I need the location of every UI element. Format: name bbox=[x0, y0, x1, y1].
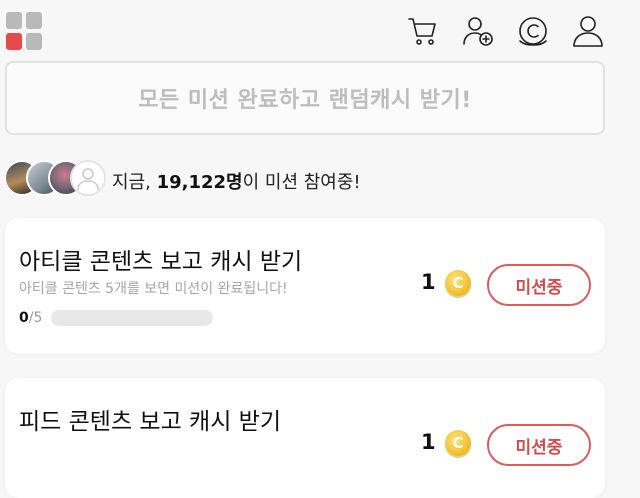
logo-square bbox=[6, 12, 22, 29]
participants-text: 지금, 19,122명이 미션 참여중! bbox=[112, 168, 361, 194]
default-avatar-icon bbox=[70, 160, 106, 196]
coin-symbol: C bbox=[452, 434, 464, 452]
logo-square bbox=[26, 12, 42, 29]
participants-suffix: 이 미션 참여중! bbox=[242, 172, 361, 193]
all-missions-banner[interactable]: 모든 미션 완료하고 랜덤캐시 받기! bbox=[5, 61, 605, 135]
participants-count: 19,122명 bbox=[156, 172, 243, 193]
add-friend-icon[interactable] bbox=[461, 14, 495, 48]
participants-row: 지금, 19,122명이 미션 참여중! bbox=[4, 158, 604, 202]
mission-description: 아티클 콘텐츠 5개를 보면 미션이 완료됩니다! bbox=[19, 281, 288, 297]
coin-icon: C bbox=[445, 270, 471, 296]
progress-done: 0 bbox=[19, 310, 29, 326]
grid-logo-icon[interactable] bbox=[6, 12, 42, 50]
progress-count: 0/5 bbox=[19, 310, 42, 326]
banner-text: 모든 미션 완료하고 랜덤캐시 받기! bbox=[138, 88, 472, 113]
logo-square bbox=[6, 33, 22, 50]
cart-icon[interactable] bbox=[406, 14, 440, 48]
coin-symbol: C bbox=[452, 274, 464, 292]
progress-bar bbox=[51, 310, 213, 326]
mission-title: 피드 콘텐츠 보고 캐시 받기 bbox=[19, 409, 282, 435]
reward-amount: 1 bbox=[421, 270, 436, 294]
mission-status-button[interactable]: 미션중 bbox=[487, 264, 591, 306]
participants-prefix: 지금, bbox=[112, 172, 157, 193]
mission-card-feed[interactable]: 피드 콘텐츠 보고 캐시 받기 1 C 미션중 bbox=[5, 378, 605, 498]
coin-icon: C bbox=[445, 430, 471, 456]
mission-status-button[interactable]: 미션중 bbox=[487, 424, 591, 466]
progress-total: /5 bbox=[28, 310, 43, 326]
top-bar bbox=[0, 0, 640, 58]
mission-title: 아티클 콘텐츠 보고 캐시 받기 bbox=[19, 249, 303, 275]
profile-icon[interactable] bbox=[571, 14, 605, 48]
logo-square bbox=[26, 33, 42, 50]
reward-amount: 1 bbox=[421, 430, 436, 454]
mission-card-article[interactable]: 아티클 콘텐츠 보고 캐시 받기 아티클 콘텐츠 5개를 보면 미션이 완료됩니… bbox=[5, 218, 605, 354]
cash-icon[interactable] bbox=[516, 14, 550, 48]
